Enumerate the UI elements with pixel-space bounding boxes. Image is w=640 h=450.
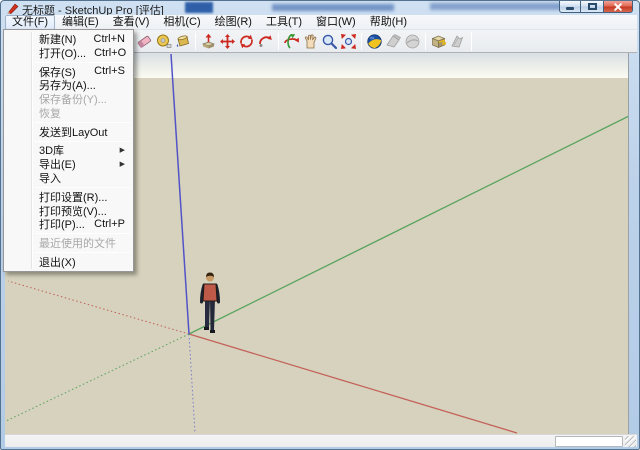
menu-item-export[interactable]: 导出(E) ▶	[5, 157, 132, 171]
toolbar-separator	[195, 33, 196, 50]
menu-file[interactable]: 文件(F)	[5, 15, 55, 30]
red-axis-dotted	[8, 281, 189, 334]
red-axis	[189, 334, 517, 433]
zoom-tool-icon[interactable]	[320, 32, 339, 51]
menu-item-shortcut: Ctrl+S	[86, 65, 125, 77]
3d-warehouse-icon[interactable]	[365, 32, 384, 51]
menu-item-label: 打印(P)...	[39, 216, 85, 232]
menu-separator	[35, 122, 130, 123]
title-bar[interactable]: 无标题 - SketchUp Pro [评估]	[2, 1, 638, 15]
paint-bucket-tool-icon[interactable]	[173, 32, 192, 51]
menu-item-label: 打开(O)...	[39, 45, 86, 61]
measurements-input[interactable]	[555, 436, 623, 447]
push-pull-tool-icon[interactable]	[199, 32, 218, 51]
menu-item-exit[interactable]: 退出(X)	[5, 255, 132, 269]
toolbar-separator	[278, 33, 279, 50]
menu-draw[interactable]: 绘图(R)	[208, 15, 259, 30]
menu-tools[interactable]: 工具(T)	[259, 15, 309, 30]
menu-item-revert: 恢复	[5, 106, 132, 120]
menu-window[interactable]: 窗口(W)	[309, 15, 363, 30]
close-icon	[613, 2, 623, 12]
blue-axis	[171, 54, 189, 334]
status-bar	[5, 434, 637, 447]
menu-item-send-to-layout[interactable]: 发送到LayOut	[5, 125, 132, 139]
menu-bar: 文件(F) 编辑(E) 查看(V) 相机(C) 绘图(R) 工具(T) 窗口(W…	[5, 15, 637, 30]
orbit-tool-icon[interactable]	[282, 32, 301, 51]
share-component-icon-disabled	[403, 32, 422, 51]
menu-item-shortcut: Ctrl+O	[86, 47, 126, 59]
resize-grip[interactable]	[625, 436, 636, 447]
extension-warehouse-icon[interactable]	[429, 32, 448, 51]
window-controls	[559, 1, 633, 13]
menu-camera[interactable]: 相机(C)	[156, 15, 207, 30]
toolbar-separator	[425, 33, 426, 50]
menu-item-open[interactable]: 打开(O)... Ctrl+O	[5, 46, 132, 60]
blurred-watermark	[185, 2, 213, 13]
minimize-button[interactable]	[559, 1, 581, 13]
tape-measure-tool-icon[interactable]	[154, 32, 173, 51]
menu-separator	[35, 141, 130, 142]
menu-item-import[interactable]: 导入	[5, 171, 132, 185]
menu-separator	[35, 252, 130, 253]
eraser-tool-icon[interactable]	[135, 32, 154, 51]
menu-item-print[interactable]: 打印(P)... Ctrl+P	[5, 218, 132, 232]
pan-tool-icon[interactable]	[301, 32, 320, 51]
menu-item-label: 最近使用的文件	[39, 235, 116, 251]
menu-item-label: 恢复	[39, 105, 61, 121]
rotate-tool-icon[interactable]	[237, 32, 256, 51]
menu-separator	[35, 62, 130, 63]
close-button[interactable]	[603, 1, 633, 13]
app-window: 无标题 - SketchUp Pro [评估] 文件(F) 编辑(E) 查看(V…	[0, 0, 640, 450]
menu-item-label: 导入	[39, 170, 61, 186]
green-axis	[189, 116, 629, 334]
menu-edit[interactable]: 编辑(E)	[55, 15, 106, 30]
menu-view[interactable]: 查看(V)	[106, 15, 157, 30]
menu-item-label: 发送到LayOut	[39, 124, 107, 140]
menu-item-recent-files: 最近使用的文件	[5, 236, 132, 250]
scale-figure-person[interactable]	[198, 271, 222, 335]
minimize-icon	[566, 7, 574, 10]
menu-item-shortcut: Ctrl+P	[86, 218, 125, 230]
maximize-icon	[588, 3, 597, 10]
menu-separator	[35, 233, 130, 234]
green-axis-dotted	[6, 334, 189, 421]
toolbar-separator	[361, 33, 362, 50]
menu-help[interactable]: 帮助(H)	[363, 15, 414, 30]
extension-manager-icon-disabled	[448, 32, 467, 51]
share-model-icon-disabled	[384, 32, 403, 51]
menu-item-save-backup: 保存备份(Y)...	[5, 92, 132, 106]
menu-separator	[35, 187, 130, 188]
move-tool-icon[interactable]	[218, 32, 237, 51]
submenu-arrow-icon: ▶	[120, 160, 125, 168]
toolbar-end-divider	[471, 32, 472, 51]
blue-axis-dotted	[189, 334, 195, 433]
file-menu-dropdown: 新建(N) Ctrl+N 打开(O)... Ctrl+O 保存(S) Ctrl+…	[3, 29, 134, 272]
sketchup-logo-icon	[7, 3, 19, 14]
blurred-watermark	[272, 4, 394, 11]
menu-item-shortcut: Ctrl+N	[86, 33, 125, 45]
zoom-extents-tool-icon[interactable]	[339, 32, 358, 51]
submenu-arrow-icon: ▶	[120, 146, 125, 154]
maximize-button[interactable]	[581, 1, 603, 13]
follow-me-tool-icon[interactable]	[256, 32, 275, 51]
menu-item-label: 退出(X)	[39, 254, 76, 270]
